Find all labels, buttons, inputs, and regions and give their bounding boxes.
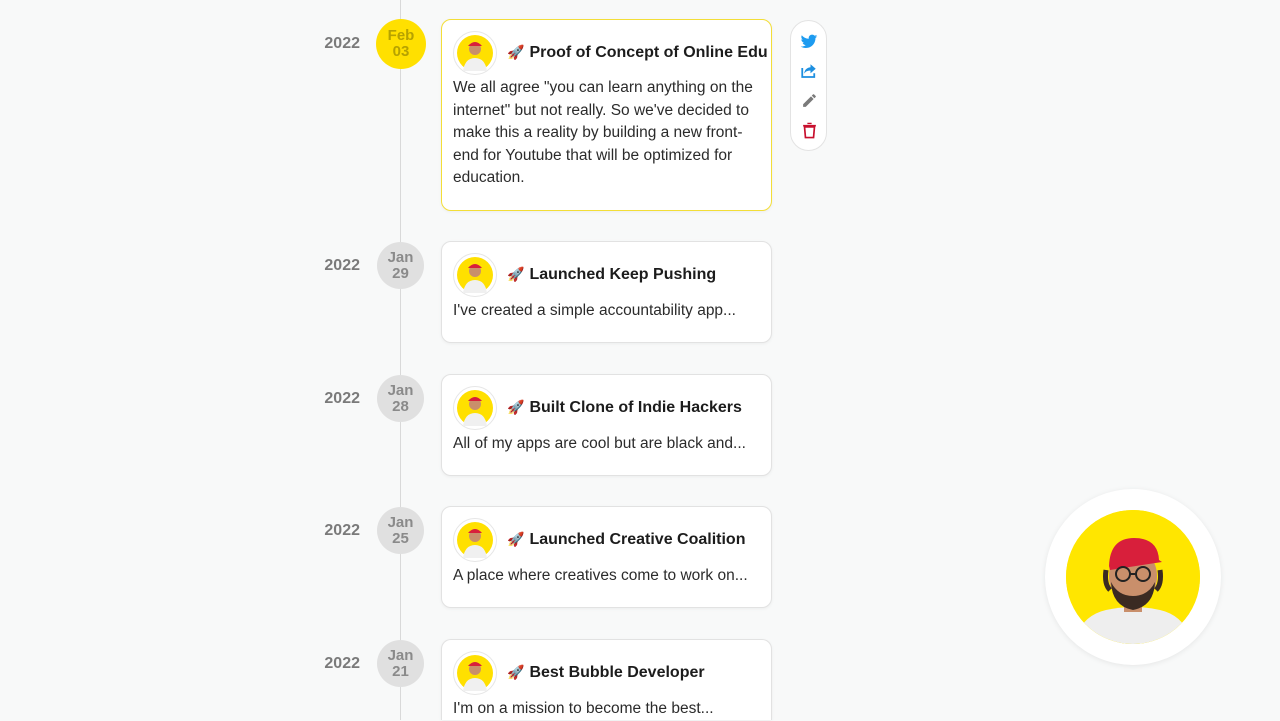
profile-avatar-button[interactable] xyxy=(1045,489,1221,665)
card-title-text: Launched Keep Pushing xyxy=(529,266,717,283)
avatar xyxy=(453,651,497,695)
date-month: Jan xyxy=(387,381,414,399)
card-title-text: Launched Creative Coalition xyxy=(529,531,746,548)
timeline-card[interactable]: 🚀 Built Clone of Indie Hackers All of my … xyxy=(441,374,772,476)
card-title-text: Built Clone of Indie Hackers xyxy=(529,399,742,416)
date-badge: Jan 21 xyxy=(377,640,424,687)
card-title: 🚀 Proof of Concept of Online Edu xyxy=(507,44,768,62)
card-title: 🚀 Built Clone of Indie Hackers xyxy=(507,399,742,417)
timeline-card[interactable]: 🚀 Launched Creative Coalition A place whe… xyxy=(441,506,772,608)
card-description: I've created a simple accountability app… xyxy=(453,302,736,319)
date-day: 25 xyxy=(392,529,409,547)
card-description: A place where creatives come to work on.… xyxy=(453,567,748,584)
profile-avatar xyxy=(1066,510,1200,644)
entry-year: 2022 xyxy=(324,257,360,274)
avatar xyxy=(453,518,497,562)
avatar xyxy=(453,253,497,297)
card-title-text: Proof of Concept of Online Edu xyxy=(529,44,768,61)
trash-icon[interactable] xyxy=(799,120,819,140)
card-description: We all agree "you can learn anything on … xyxy=(453,79,753,186)
share-icon[interactable] xyxy=(799,61,819,81)
date-badge: Jan 28 xyxy=(377,375,424,422)
timeline-line xyxy=(400,0,401,720)
date-day: 03 xyxy=(392,43,410,60)
card-description: I'm on a mission to become the best... xyxy=(453,700,714,717)
timeline-card[interactable]: 🚀 Launched Keep Pushing I've created a si… xyxy=(441,241,772,343)
date-month: Feb xyxy=(387,27,415,44)
card-description: All of my apps are cool but are black an… xyxy=(453,435,746,452)
card-title: 🚀 Launched Keep Pushing xyxy=(507,266,716,284)
timeline-card[interactable]: 🚀 Best Bubble Developer I'm on a mission … xyxy=(441,639,772,720)
timeline-card[interactable]: 🚀 Proof of Concept of Online Edu We all a… xyxy=(441,19,772,211)
entry-actions-panel xyxy=(790,20,827,151)
date-badge: Feb 03 xyxy=(376,19,426,69)
rocket-icon: 🚀 xyxy=(507,399,525,415)
date-month: Jan xyxy=(387,646,414,664)
card-title-text: Best Bubble Developer xyxy=(529,664,705,681)
avatar xyxy=(453,386,497,430)
entry-year: 2022 xyxy=(324,390,360,407)
entry-year: 2022 xyxy=(324,655,360,672)
card-title: 🚀 Launched Creative Coalition xyxy=(507,531,745,549)
rocket-icon: 🚀 xyxy=(507,44,525,60)
rocket-icon: 🚀 xyxy=(507,266,525,282)
date-badge: Jan 29 xyxy=(377,242,424,289)
pencil-icon[interactable] xyxy=(799,90,819,110)
rocket-icon: 🚀 xyxy=(507,531,525,547)
date-month: Jan xyxy=(387,248,414,266)
date-badge: Jan 25 xyxy=(377,507,424,554)
avatar xyxy=(453,31,497,75)
entry-year: 2022 xyxy=(324,522,360,539)
rocket-icon: 🚀 xyxy=(507,664,525,680)
date-day: 28 xyxy=(392,397,409,415)
twitter-icon[interactable] xyxy=(799,32,819,52)
date-day: 21 xyxy=(392,662,409,680)
date-month: Jan xyxy=(387,513,414,531)
entry-year: 2022 xyxy=(324,35,360,52)
card-title: 🚀 Best Bubble Developer xyxy=(507,664,705,682)
date-day: 29 xyxy=(392,264,409,282)
